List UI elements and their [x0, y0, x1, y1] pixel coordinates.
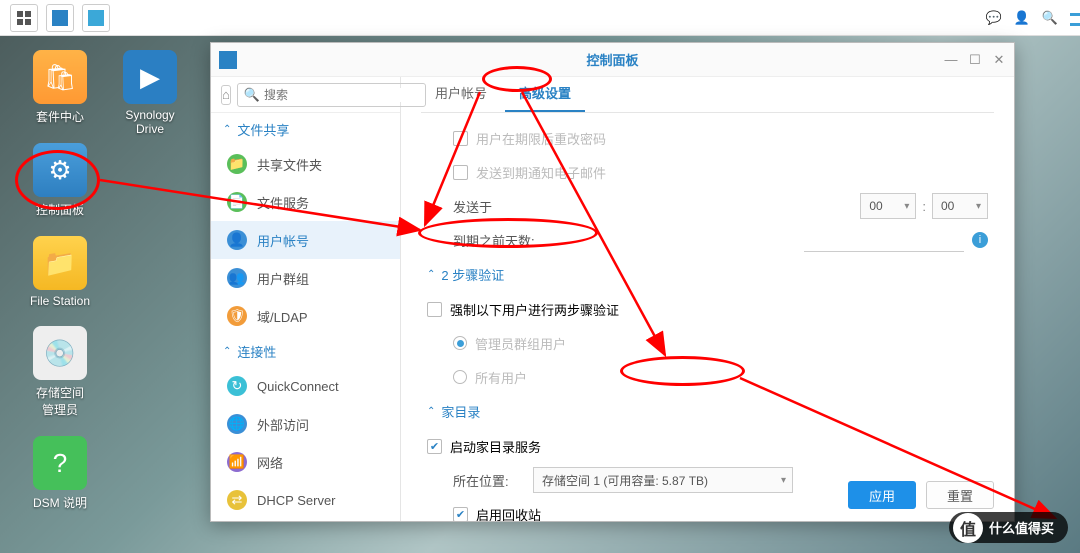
select-location[interactable]: 存储空间 1 (可用容量: 5.87 TB) — [533, 467, 793, 493]
nav-dhcp[interactable]: ⇄DHCP Server — [211, 481, 400, 519]
lbl-allow-reset: 用户在期限后重改密码 — [476, 129, 606, 148]
chk-allow-reset[interactable] — [453, 131, 468, 146]
desktop-icon-ctrlpanel[interactable]: ⚙控制面板 — [20, 143, 100, 218]
search-icon[interactable]: 🔍 — [1042, 10, 1058, 26]
nav-external-access[interactable]: 🌐外部访问 — [211, 405, 400, 443]
search-box[interactable]: 🔍 — [237, 83, 426, 107]
watermark-bubble: 值 — [953, 513, 983, 543]
lbl-enable-recycle: 启用回收站 — [476, 505, 541, 522]
chk-send-email[interactable] — [453, 165, 468, 180]
info-icon[interactable]: i — [972, 232, 988, 248]
desktop-icon-filestation[interactable]: 📁File Station — [20, 236, 100, 308]
tab-advanced[interactable]: 高级设置 — [505, 77, 585, 112]
chk-enable-recycle[interactable] — [453, 507, 468, 522]
user-icon[interactable]: 👤 — [1014, 10, 1030, 26]
window-app-icon — [219, 51, 237, 69]
lbl-location: 所在位置: — [453, 471, 533, 490]
lbl-radio-admins: 管理员群组用户 — [475, 334, 566, 353]
desktop-icon-dsmhelp[interactable]: ?DSM 说明 — [20, 436, 100, 511]
window-maximize[interactable]: ☐ — [968, 52, 982, 68]
watermark-text: 什么值得买 — [989, 518, 1054, 537]
btn-reset[interactable]: 重置 — [926, 481, 994, 509]
input-days-before[interactable] — [804, 228, 964, 252]
select-hour[interactable]: 00 — [860, 193, 916, 219]
nav-file-services[interactable]: 📄文件服务 — [211, 183, 400, 221]
btn-apply[interactable]: 应用 — [848, 481, 916, 509]
lbl-enable-home: 启动家目录服务 — [450, 437, 541, 456]
watermark: 值 什么值得买 — [949, 512, 1068, 543]
category-file-sharing[interactable]: ⌃文件共享 — [211, 113, 400, 145]
section-home[interactable]: ⌃家目录 — [427, 402, 988, 421]
section-2fa[interactable]: ⌃2 步骤验证 — [427, 265, 988, 284]
desktop-icon-syndrive[interactable]: ▶Synology Drive — [110, 50, 190, 136]
window-close[interactable]: ✕ — [992, 52, 1006, 68]
window-titlebar: 控制面板 — ☐ ✕ — [211, 43, 1014, 77]
taskbar-app-2[interactable] — [82, 4, 110, 32]
main-menu-button[interactable] — [10, 4, 38, 32]
chk-enable-home[interactable] — [427, 439, 442, 454]
chk-force-2fa[interactable] — [427, 302, 442, 317]
home-button[interactable]: ⌂ — [221, 85, 231, 105]
tab-user-account[interactable]: 用户帐号 — [421, 77, 501, 112]
tabs: 用户帐号 高级设置 — [421, 77, 994, 113]
sidebar: ⌂ 🔍 ⌃文件共享 📁共享文件夹 📄文件服务 👤用户帐号 👥用户群组 🛡域/LD… — [211, 77, 401, 521]
system-topbar: 💬 👤 🔍 — [0, 0, 1080, 36]
lbl-send-email: 发送到期通知电子邮件 — [476, 163, 606, 182]
search-input[interactable] — [264, 88, 419, 102]
nav-shared-folder[interactable]: 📁共享文件夹 — [211, 145, 400, 183]
lbl-send-to: 发送于 — [453, 197, 613, 216]
category-connectivity[interactable]: ⌃连接性 — [211, 335, 400, 367]
lbl-force-2fa: 强制以下用户进行两步骤验证 — [450, 300, 619, 319]
window-minimize[interactable]: — — [944, 52, 958, 68]
nav-user-account[interactable]: 👤用户帐号 — [211, 221, 400, 259]
nav-quickconnect[interactable]: ↻QuickConnect — [211, 367, 400, 405]
nav-domain-ldap[interactable]: 🛡域/LDAP — [211, 297, 400, 335]
taskbar-app-1[interactable] — [46, 4, 74, 32]
lbl-radio-all: 所有用户 — [475, 368, 527, 387]
chat-icon[interactable]: 💬 — [985, 10, 1001, 26]
radio-admin-users[interactable] — [453, 336, 467, 350]
lbl-days-before: 到期之前天数: — [453, 231, 613, 250]
desktop-icon-pkgcenter[interactable]: 🛍套件中心 — [20, 50, 100, 125]
nav-network[interactable]: 📶网络 — [211, 443, 400, 481]
nav-user-group[interactable]: 👥用户群组 — [211, 259, 400, 297]
content-pane: 用户帐号 高级设置 用户在期限后重改密码 发送到期通知电子邮件 发送于 00 :… — [401, 77, 1014, 521]
desktop-icons: 🛍套件中心 ▶Synology Drive ⚙控制面板 📁File Statio… — [20, 50, 120, 529]
window-title-text: 控制面板 — [586, 50, 638, 69]
desktop-icon-storagemgr[interactable]: 💿存储空间 管理员 — [20, 326, 100, 418]
select-minute[interactable]: 00 — [932, 193, 988, 219]
radio-all-users[interactable] — [453, 370, 467, 384]
control-panel-window: 控制面板 — ☐ ✕ ⌂ 🔍 ⌃文件共享 📁共享文件夹 📄文件服务 👤用户帐号 … — [210, 42, 1015, 522]
